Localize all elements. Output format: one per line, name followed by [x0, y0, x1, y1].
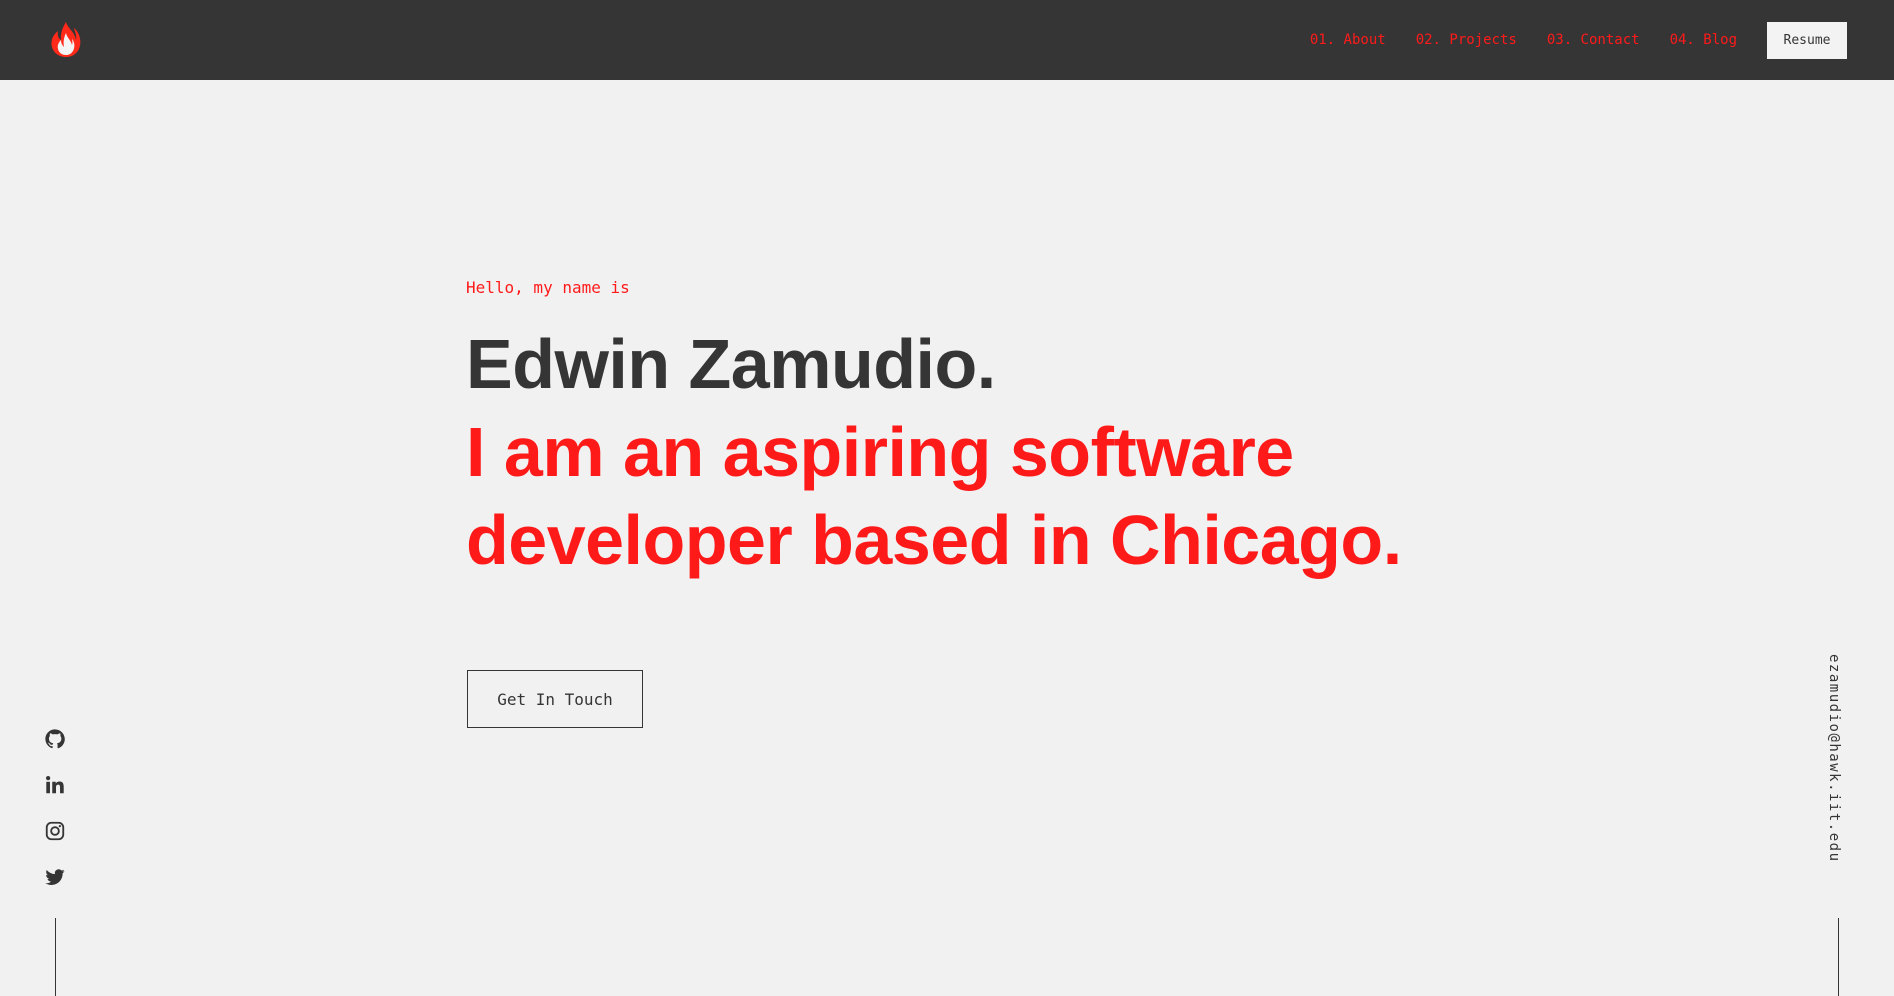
github-icon[interactable]	[44, 728, 66, 750]
twitter-icon[interactable]	[44, 866, 66, 888]
left-divider-line	[55, 918, 56, 996]
greeting-text: Hello, my name is	[466, 278, 630, 297]
nav-link-projects[interactable]: 02. Projects	[1416, 32, 1517, 48]
nav-link-contact[interactable]: 03. Contact	[1547, 32, 1640, 48]
social-links	[44, 728, 66, 912]
get-in-touch-button[interactable]: Get In Touch	[467, 670, 643, 728]
linkedin-icon[interactable]	[44, 774, 66, 796]
top-navbar: 01. About 02. Projects 03. Contact 04. B…	[0, 0, 1894, 80]
resume-button[interactable]: Resume	[1767, 21, 1847, 59]
right-divider-line	[1838, 918, 1839, 996]
nav-link-blog[interactable]: 04. Blog	[1670, 32, 1737, 48]
email-link[interactable]: ezamudio@hawk.iit.edu	[1826, 654, 1842, 863]
hero-name: Edwin Zamudio.	[466, 325, 996, 403]
nav-link-about[interactable]: 01. About	[1310, 32, 1386, 48]
instagram-icon[interactable]	[44, 820, 66, 842]
nav-links: 01. About 02. Projects 03. Contact 04. B…	[1310, 0, 1894, 80]
hero-tagline: I am an aspiring software developer base…	[466, 413, 1402, 579]
flame-logo-icon[interactable]	[48, 20, 84, 58]
